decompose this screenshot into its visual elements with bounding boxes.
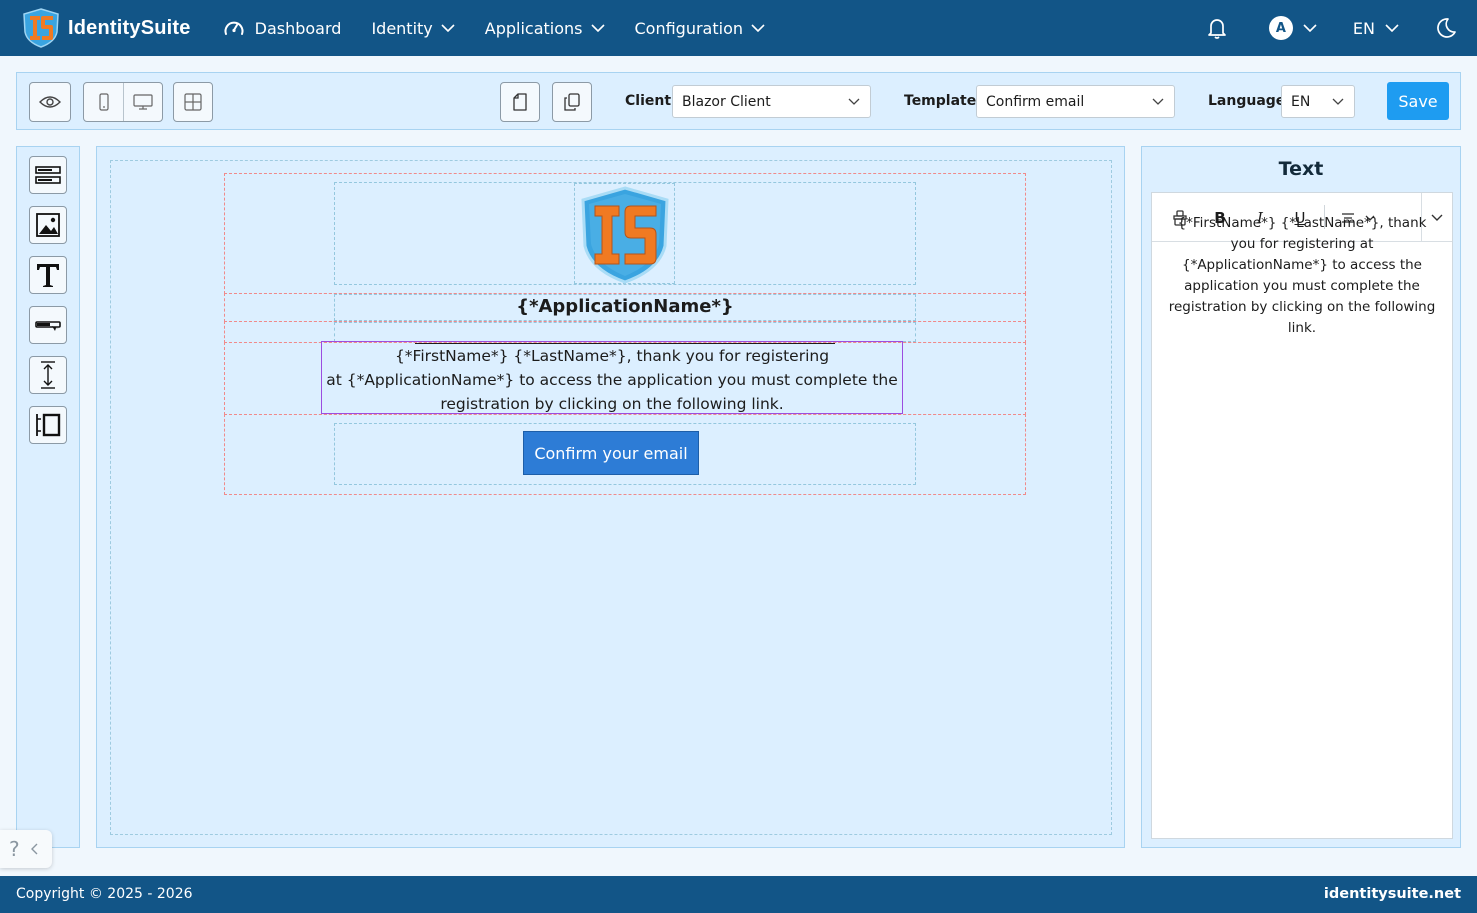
- grid-toggle-button[interactable]: [173, 82, 213, 122]
- email-canvas: {*ApplicationName*} {*FirstName*} {*Last…: [96, 146, 1125, 848]
- padding-icon: [36, 413, 61, 437]
- add-divider-block-button[interactable]: [29, 406, 67, 444]
- footer: Copyright © 2025 - 2026 identitysuite.ne…: [0, 876, 1477, 913]
- help-icon: ?: [9, 837, 20, 861]
- rich-text-editor: B I U {*FirstName*} {*LastName*}, thank …: [1151, 192, 1453, 839]
- properties-title: Text: [1278, 158, 1324, 180]
- title-cell[interactable]: {*ApplicationName*}: [334, 294, 916, 321]
- add-image-block-button[interactable]: [29, 206, 67, 244]
- body-text-line-1: {*FirstName*} {*LastName*}, thank you fo…: [394, 347, 830, 365]
- chevron-down-icon: [848, 98, 860, 105]
- nav-identity-label: Identity: [371, 18, 433, 38]
- template-language-value: EN: [1291, 93, 1311, 110]
- grid-icon: [184, 93, 202, 111]
- add-button-block-button[interactable]: [29, 306, 67, 344]
- chevron-down-icon: [1332, 98, 1344, 105]
- nav-identity[interactable]: Identity: [371, 18, 455, 38]
- template-language-select[interactable]: EN: [1281, 85, 1355, 118]
- properties-panel: Text B I U {*FirstName*} {*LastName*}, t…: [1141, 146, 1461, 848]
- language-label: EN: [1352, 18, 1375, 38]
- editor-toolbar: Client Blazor Client Template Confirm em…: [16, 72, 1461, 130]
- top-navbar: IdentitySuite Dashboard Identity Applica…: [0, 0, 1477, 56]
- rich-text-content[interactable]: {*FirstName*} {*LastName*}, thank you fo…: [1166, 213, 1438, 339]
- add-row-block-button[interactable]: [29, 156, 67, 194]
- mobile-icon: [98, 93, 109, 111]
- add-text-block-button[interactable]: [29, 256, 67, 294]
- chevron-down-icon: [1152, 98, 1164, 105]
- user-menu[interactable]: A: [1268, 16, 1317, 40]
- client-select[interactable]: Blazor Client: [672, 85, 871, 118]
- brand-name: IdentitySuite: [68, 16, 191, 39]
- dark-mode-moon-icon[interactable]: [1435, 17, 1457, 39]
- chevron-down-icon: [751, 24, 765, 32]
- vertical-resize-icon: [41, 361, 55, 389]
- chevron-left-icon: [30, 843, 38, 855]
- block-palette: [16, 146, 80, 848]
- eye-icon: [39, 96, 61, 108]
- device-toggle-group: [83, 82, 163, 122]
- paste-button[interactable]: [500, 82, 540, 122]
- client-select-value: Blazor Client: [682, 93, 771, 110]
- logo-row[interactable]: [224, 173, 1026, 294]
- email-body-container[interactable]: {*ApplicationName*} {*FirstName*} {*Last…: [110, 160, 1112, 835]
- nav-dashboard[interactable]: Dashboard: [215, 18, 342, 38]
- image-icon: [36, 213, 60, 237]
- title-row[interactable]: {*ApplicationName*}: [224, 293, 1026, 322]
- identitysuite-logo-image: [581, 186, 669, 284]
- copy-icon: [564, 93, 580, 111]
- avatar: A: [1268, 16, 1293, 40]
- chevron-down-icon: [441, 24, 455, 32]
- brand[interactable]: IdentitySuite: [22, 8, 191, 48]
- divider-row[interactable]: [224, 321, 1026, 343]
- client-label: Client: [625, 93, 672, 109]
- chevron-down-icon: [1385, 24, 1399, 32]
- footer-site-link[interactable]: identitysuite.net: [1324, 886, 1461, 902]
- button-block-icon: [35, 321, 61, 331]
- selected-text-block[interactable]: {*FirstName*} {*LastName*}, thank you fo…: [321, 341, 903, 414]
- mobile-view-button[interactable]: [84, 83, 123, 121]
- nav-dashboard-label: Dashboard: [254, 18, 342, 38]
- rows-layout-icon: [35, 166, 61, 184]
- divider-cell[interactable]: [334, 322, 916, 342]
- body-text-line-3: registration by clicking on the followin…: [440, 395, 784, 413]
- nav-configuration[interactable]: Configuration: [635, 19, 766, 38]
- template-label: Template: [904, 93, 977, 109]
- help-tab[interactable]: ?: [0, 830, 52, 868]
- identitysuite-logo-icon: [23, 8, 59, 48]
- dashboard-gauge-icon: [224, 21, 244, 35]
- preview-button[interactable]: [29, 82, 71, 122]
- body-text-line-2: at {*ApplicationName*} to access the app…: [326, 371, 898, 389]
- copy-button[interactable]: [552, 82, 592, 122]
- template-select-value: Confirm email: [986, 93, 1085, 110]
- language-selector[interactable]: EN: [1353, 19, 1399, 38]
- notifications-bell-icon[interactable]: [1207, 17, 1227, 39]
- nav-applications[interactable]: Applications: [485, 19, 605, 38]
- top-right-controls: A EN: [1207, 0, 1457, 56]
- desktop-view-button[interactable]: [123, 83, 162, 121]
- chevron-down-icon: [590, 24, 605, 32]
- nav-configuration-label: Configuration: [634, 18, 744, 38]
- template-select[interactable]: Confirm email: [976, 85, 1175, 118]
- application-name-heading[interactable]: {*ApplicationName*}: [335, 296, 915, 317]
- logo-image-box[interactable]: [574, 183, 675, 284]
- text-icon: [37, 264, 59, 287]
- main-nav: Dashboard Identity Applications Configur…: [215, 19, 795, 38]
- desktop-icon: [133, 94, 153, 110]
- confirm-email-button[interactable]: Confirm your email: [523, 431, 699, 475]
- copyright-text: Copyright © 2025 - 2026: [16, 886, 193, 902]
- save-button[interactable]: Save: [1387, 82, 1449, 120]
- add-spacer-block-button[interactable]: [29, 356, 67, 394]
- chevron-down-icon: [1303, 24, 1317, 32]
- nav-applications-label: Applications: [484, 18, 583, 38]
- logo-cell[interactable]: [334, 182, 916, 285]
- language-field-label: Language: [1208, 93, 1286, 109]
- document-icon: [513, 93, 527, 111]
